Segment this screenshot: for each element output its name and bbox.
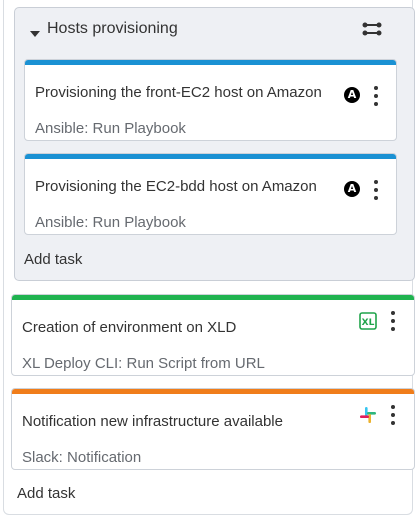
ansible-icon: A <box>344 87 360 103</box>
task-accent-bar <box>12 295 414 300</box>
task-card-slack-notification[interactable]: Notification new infrastructure availabl… <box>11 388 415 470</box>
task-accent-bar <box>25 60 396 65</box>
task-card-xld-environment[interactable]: Creation of environment on XLD XL Deploy… <box>11 294 415 376</box>
task-title: Creation of environment on XLD <box>22 319 237 336</box>
group-header[interactable]: Hosts provisioning <box>15 8 414 52</box>
task-type: Ansible: Run Playbook <box>35 120 186 137</box>
task-type: Slack: Notification <box>22 449 142 466</box>
task-card-ec2-bdd[interactable]: Provisioning the EC2-bdd host on Amazon … <box>24 153 397 235</box>
ansible-icon: A <box>344 181 360 197</box>
task-type: Ansible: Run Playbook <box>35 214 186 231</box>
more-options-icon[interactable] <box>390 405 396 425</box>
group-title: Hosts provisioning <box>47 20 178 37</box>
task-group-hosts-provisioning: Hosts provisioning Provisioning the fron… <box>14 7 415 281</box>
more-options-icon[interactable] <box>390 311 396 331</box>
more-options-icon[interactable] <box>373 86 379 106</box>
caret-down-icon[interactable] <box>30 31 40 37</box>
xl-deploy-icon: XL <box>359 312 377 330</box>
task-title: Provisioning the EC2-bdd host on Amazon <box>35 178 317 195</box>
task-card-front-ec2[interactable]: Provisioning the front-EC2 host on Amazo… <box>24 59 397 141</box>
task-accent-bar <box>12 389 414 394</box>
phase-container: Hosts provisioning Provisioning the fron… <box>3 0 415 515</box>
xl-deploy-icon-label: XL <box>362 318 375 328</box>
task-accent-bar <box>25 154 396 159</box>
slack-icon <box>360 407 376 423</box>
task-title: Provisioning the front-EC2 host on Amazo… <box>35 84 322 101</box>
add-task-button[interactable]: Add task <box>17 485 75 502</box>
add-task-button[interactable]: Add task <box>24 251 82 268</box>
task-type: XL Deploy CLI: Run Script from URL <box>22 355 265 372</box>
more-options-icon[interactable] <box>373 180 379 200</box>
ungroup-icon[interactable] <box>362 21 382 37</box>
task-title: Notification new infrastructure availabl… <box>22 413 283 430</box>
